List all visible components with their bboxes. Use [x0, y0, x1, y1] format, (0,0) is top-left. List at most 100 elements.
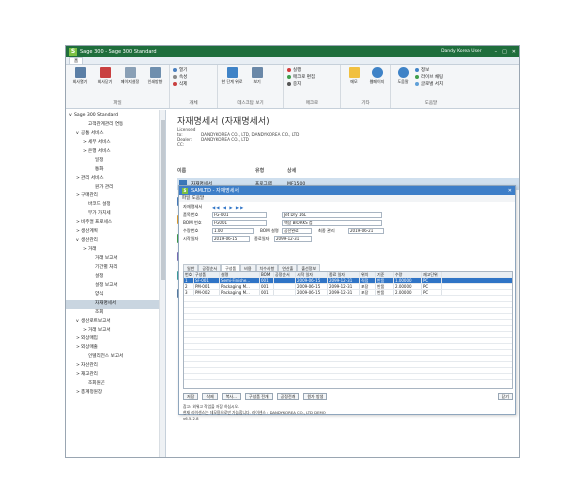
tab-output-info[interactable]: 출선정보 — [297, 264, 321, 271]
tab-output[interactable]: 연산출 — [278, 264, 298, 271]
close-button[interactable]: 닫기 — [497, 393, 513, 400]
nav-item[interactable]: v 생산로트보고서 — [66, 318, 165, 327]
close-icon[interactable]: ✕ — [512, 49, 516, 55]
nav-item[interactable]: 자재명세서 — [66, 299, 165, 309]
print-orientation-button[interactable]: 인쇄방향 — [144, 67, 166, 100]
macro-stop-button[interactable]: 중지 — [287, 81, 315, 87]
page-setup-icon — [124, 67, 136, 78]
ribbon: 회사열기 회사닫기 페이지설정 인쇄방향 파일 열기 속성 삭제 개체 한 단계… — [66, 65, 519, 109]
nav-item[interactable]: >비주얼 프로세스 — [66, 219, 165, 228]
explode-routing-button[interactable]: 공정전개 — [276, 393, 300, 400]
maximize-icon[interactable]: □ — [502, 49, 507, 55]
nav-item[interactable]: 기간별 처리 — [66, 264, 165, 273]
tab-dimensions[interactable]: 치수사항 — [255, 264, 279, 271]
tab-home[interactable]: 홈 — [69, 57, 84, 64]
explode-components-button[interactable]: 구성품 전개 — [244, 393, 273, 400]
open-object-button[interactable]: 열기 — [173, 67, 187, 73]
bom-description-input[interactable]: 액상 BIORKS 컵 — [282, 220, 382, 226]
nav-item[interactable]: >외상매출 — [66, 344, 165, 353]
copy-button[interactable]: 복사... — [221, 393, 241, 400]
nav-item[interactable]: 고객관계관리 연동 — [66, 121, 165, 130]
live-chat-button[interactable]: 라이브 채팅 — [415, 74, 443, 80]
save-button[interactable]: 저장 — [183, 393, 199, 400]
properties-button[interactable]: 속성 — [173, 74, 187, 80]
tab-general[interactable]: 일반 — [183, 264, 199, 271]
webpage-button[interactable]: 웹페이지 — [367, 67, 387, 100]
view-label: 보기 — [253, 79, 261, 84]
item-description-input[interactable]: Jet Dry 16L — [282, 212, 382, 218]
nav-item[interactable]: >은행 서비스 — [66, 148, 165, 157]
view-button[interactable]: 보기 — [246, 67, 268, 100]
nav-item[interactable]: 일정 — [66, 157, 165, 166]
info-label: 정보 — [421, 68, 430, 73]
grid-cell: 2009-06-15 — [296, 290, 328, 295]
nav-item[interactable]: 조회 — [66, 309, 165, 318]
up-one-level-button[interactable]: 한 단계 위로 — [221, 67, 243, 100]
nav-item[interactable]: >자산관리 — [66, 362, 165, 371]
nav-item[interactable]: v 공통 서비스 — [66, 130, 165, 139]
nav-item[interactable]: >생산계획 — [66, 228, 165, 237]
macro-edit-button[interactable]: 매크로 편집 — [287, 74, 315, 80]
nav-item-label: 거래 보고서 — [95, 256, 118, 261]
global-search-button[interactable]: 글로벌 서치 — [415, 81, 443, 87]
nav-item[interactable]: 양식 — [66, 291, 165, 300]
column-detail[interactable]: 상세 — [287, 167, 296, 174]
info-icon — [415, 68, 419, 72]
last-maintained-input[interactable]: 2019-06-21 — [348, 228, 384, 234]
nav-item[interactable]: >재고관리 — [66, 371, 165, 380]
quantity-input[interactable]: 1.00 — [212, 228, 254, 234]
delete-label: 삭제 — [179, 82, 188, 87]
nav-item[interactable]: >관리 서비스 — [66, 175, 165, 184]
nav-item[interactable]: >구매관리 — [66, 192, 165, 201]
dialog-title: SAMLTD - 자재명세서 — [191, 188, 239, 194]
dialog-close-icon[interactable]: ✕ — [508, 188, 512, 194]
minimize-icon[interactable]: – — [495, 49, 498, 55]
nav-item[interactable]: 조회원곤 — [66, 380, 165, 389]
scrollbar-thumb[interactable] — [161, 120, 165, 280]
nav-item[interactable]: >총계정원장 — [66, 389, 165, 398]
nav-item[interactable]: 인텔리전스 보고서 — [66, 353, 165, 362]
grid-cell: 반품 — [376, 278, 394, 283]
up-arrow-icon — [226, 67, 238, 78]
tab-costs[interactable]: 비용 — [240, 264, 256, 271]
close-company-button[interactable]: 회사닫기 — [94, 67, 116, 100]
column-name[interactable]: 이름 — [177, 167, 186, 174]
column-type[interactable]: 유형 — [255, 167, 264, 174]
start-date-input[interactable]: 2019-06-15 — [212, 236, 250, 242]
memo-button[interactable]: 메모 — [344, 67, 364, 100]
nav-item[interactable]: v Sage 300 Standard — [66, 112, 165, 121]
open-company-button[interactable]: 회사열기 — [69, 67, 91, 100]
delete-button[interactable]: 삭제 — [173, 81, 187, 87]
nav-item[interactable]: >세무 서비스 — [66, 139, 165, 148]
item-number-input[interactable]: FG-001 — [212, 212, 267, 218]
macro-edit-label: 매크로 편집 — [293, 75, 316, 80]
tab-components[interactable]: 구성품 — [221, 264, 241, 271]
nav-item[interactable]: v 생산관리 — [66, 237, 165, 246]
nav-item[interactable]: 부가 가치세 — [66, 210, 165, 219]
help-button[interactable]: 도움말 — [394, 67, 412, 100]
nav-item[interactable]: 거래 보고서 — [66, 255, 165, 264]
nav-item-label: 거래 보고서 — [88, 327, 111, 333]
record-nav-icons[interactable]: ◀◀ ◀ ▶ ▶▶ — [212, 205, 244, 210]
bom-number-input[interactable]: FG001 — [212, 220, 267, 226]
cost-rollup-button[interactable]: 원가 방생 — [303, 393, 328, 400]
nav-item-label: 구매관리 — [81, 193, 98, 199]
macro-run-button[interactable]: 실행 — [287, 67, 315, 73]
nav-item[interactable]: >외상매입 — [66, 335, 165, 344]
nav-item[interactable]: 통화 — [66, 166, 165, 175]
nav-item[interactable]: >거래 — [66, 246, 165, 255]
nav-item[interactable]: 설정 보고서 — [66, 282, 165, 291]
nav-item-label: 원가 관리 — [95, 184, 114, 190]
page-setup-button[interactable]: 페이지설정 — [119, 67, 141, 100]
info-button[interactable]: 정보 — [415, 67, 443, 73]
tab-routing[interactable]: 공정순서 — [198, 264, 222, 271]
nav-item[interactable]: 바코드 설정 — [66, 201, 165, 210]
sidebar-scrollbar[interactable] — [159, 110, 165, 457]
dialog-menu[interactable]: 파일 도움말 — [179, 195, 515, 202]
nav-item[interactable]: >거래 보고서 — [66, 327, 165, 336]
nav-item[interactable]: 원가 관리 — [66, 184, 165, 193]
delete-button[interactable]: 삭제 — [202, 393, 218, 400]
bom-unit-input[interactable]: 공산완료 — [282, 228, 312, 234]
end-date-input[interactable]: 2099-12-31 — [274, 236, 312, 242]
nav-item[interactable]: 설정 — [66, 273, 165, 282]
